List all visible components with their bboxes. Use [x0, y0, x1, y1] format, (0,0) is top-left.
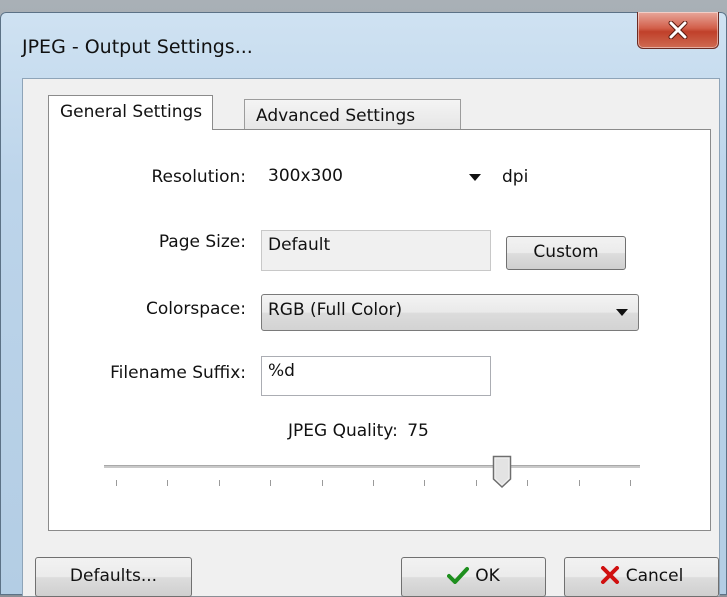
- custom-button[interactable]: Custom: [506, 236, 626, 270]
- jpeg-quality-label: JPEG Quality: 75: [288, 421, 429, 441]
- tab-general-settings-label: General Settings: [60, 102, 203, 122]
- cancel-button-label: Cancel: [625, 566, 684, 586]
- slider-tick: [424, 480, 426, 486]
- tab-advanced-settings[interactable]: Advanced Settings: [244, 99, 461, 129]
- jpeg-quality-slider-thumb[interactable]: [492, 455, 512, 489]
- slider-tick: [321, 480, 323, 486]
- slider-tick: [270, 480, 272, 486]
- title-bar[interactable]: JPEG - Output Settings...: [0, 12, 727, 80]
- dialog-client-area: General Settings Advanced Settings: [22, 78, 720, 596]
- resolution-label: Resolution:: [151, 167, 246, 187]
- colorspace-label: Colorspace:: [146, 299, 246, 319]
- slider-tick: [578, 480, 580, 486]
- ok-button-label: OK: [475, 566, 500, 586]
- jpeg-quality-value: 75: [407, 421, 429, 441]
- colorspace-select[interactable]: RGB (Full Color): [261, 294, 639, 331]
- custom-button-label: Custom: [533, 242, 599, 262]
- slider-tick: [218, 480, 220, 486]
- cancel-x-icon: [600, 566, 619, 584]
- defaults-button-label: Defaults...: [69, 566, 158, 586]
- jpeg-quality-caption: JPEG Quality:: [288, 421, 398, 441]
- filename-suffix-value: %d: [268, 361, 295, 381]
- page-size-value: Default: [268, 235, 331, 255]
- resolution-value: 300x300: [268, 166, 343, 186]
- resolution-select[interactable]: 300x300: [261, 160, 491, 194]
- tab-advanced-settings-label: Advanced Settings: [256, 106, 416, 126]
- jpeg-quality-slider-track[interactable]: [104, 465, 640, 468]
- colorspace-value: RGB (Full Color): [268, 300, 403, 320]
- checkmark-icon: [447, 567, 470, 584]
- slider-tick: [527, 480, 529, 486]
- cancel-button[interactable]: Cancel: [564, 557, 719, 597]
- slider-tick: [475, 480, 477, 486]
- window-title: JPEG - Output Settings...: [22, 36, 253, 58]
- close-button[interactable]: [637, 12, 719, 49]
- close-icon: [668, 21, 688, 39]
- filename-suffix-label: Filename Suffix:: [110, 363, 246, 383]
- output-settings-dialog: JPEG - Output Settings... General Settin…: [0, 12, 727, 597]
- tab-general-settings[interactable]: General Settings: [48, 95, 214, 130]
- slider-tick: [630, 480, 631, 486]
- slider-tick: [167, 480, 169, 486]
- defaults-button[interactable]: Defaults...: [35, 557, 192, 597]
- slider-tick: [373, 480, 374, 486]
- slider-tick: [116, 480, 117, 486]
- chevron-down-icon: [469, 174, 481, 181]
- ok-button[interactable]: OK: [401, 557, 546, 597]
- filename-suffix-input[interactable]: %d: [261, 356, 491, 396]
- resolution-unit: dpi: [502, 167, 529, 187]
- chevron-down-icon: [616, 309, 628, 316]
- page-size-label: Page Size:: [158, 232, 246, 252]
- page-size-field: Default: [261, 230, 491, 271]
